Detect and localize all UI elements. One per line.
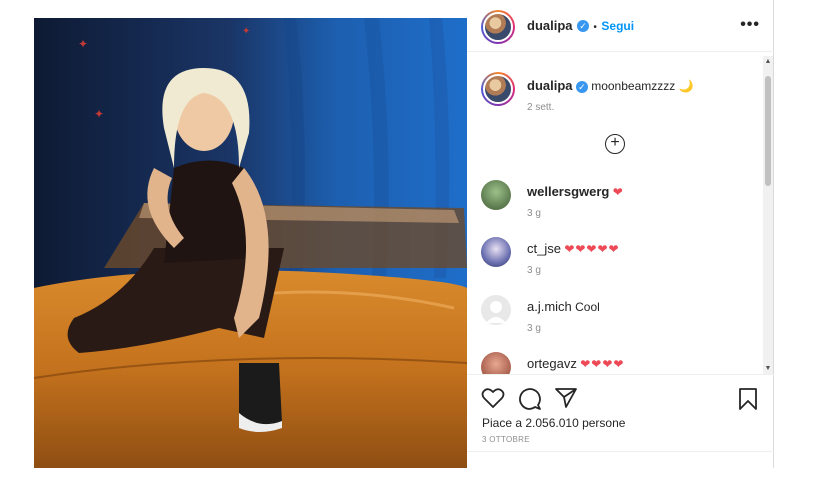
comment-hearts: ❤❤❤❤ — [580, 357, 625, 371]
svg-text:✦: ✦ — [78, 37, 88, 51]
moon-emoji-icon: 🌙 — [678, 79, 694, 93]
svg-text:✦: ✦ — [94, 107, 104, 121]
author-username[interactable]: dualipa — [527, 18, 573, 33]
comment-row: a.j.mich Cool 3 g — [481, 293, 761, 343]
scroll-up-icon[interactable]: ▲ — [763, 58, 773, 65]
commenter-avatar[interactable] — [481, 237, 511, 267]
comment-bubble-icon[interactable] — [518, 387, 542, 411]
more-options-icon[interactable]: ••• — [740, 16, 760, 34]
caption-author-avatar[interactable] — [481, 72, 515, 106]
caption-age: 2 sett. — [527, 102, 555, 113]
commenter-avatar[interactable] — [481, 352, 511, 374]
comments-scrollbar[interactable]: ▲ ▼ — [763, 56, 773, 374]
post-photo[interactable]: ✦ ✦ ✦ — [34, 18, 467, 468]
plus-circle-icon[interactable]: + — [605, 134, 625, 154]
commenter-avatar[interactable] — [481, 180, 511, 210]
divider — [467, 451, 774, 452]
post-panel: dualipa ✓ • Segui ••• dualipa ✓ moonbeam… — [467, 0, 774, 468]
comment-row: ct_jse ❤❤❤❤❤ 3 g — [481, 235, 761, 285]
comment-row: wellersgwerg ❤ 3 g — [481, 178, 761, 228]
photo-illustration: ✦ ✦ ✦ — [34, 18, 467, 468]
likes-count[interactable]: Piace a 2.056.010 persone — [482, 416, 625, 430]
post-actions: Piace a 2.056.010 persone 3 OTTOBRE — [467, 374, 774, 468]
verified-badge-icon: ✓ — [576, 19, 589, 32]
bookmark-icon[interactable] — [738, 387, 758, 411]
caption-text-line: dualipa ✓ moonbeamzzzz 🌙 — [527, 78, 694, 93]
paper-plane-icon[interactable] — [554, 387, 578, 409]
comment-username[interactable]: ortegavz — [527, 356, 577, 371]
comment-username[interactable]: a.j.mich — [527, 299, 572, 314]
svg-text:✦: ✦ — [242, 26, 250, 37]
heart-outline-icon[interactable] — [481, 387, 505, 409]
scroll-thumb[interactable] — [765, 76, 771, 186]
comment-hearts: ❤ — [612, 185, 624, 199]
comment-hearts: ❤❤❤❤❤ — [564, 242, 620, 256]
comment-age: 3 g — [527, 208, 541, 219]
comments-list: dualipa ✓ moonbeamzzzz 🌙 2 sett. + welle… — [467, 56, 774, 374]
comment-row: ortegavz ❤❤❤❤ — [481, 350, 761, 374]
default-avatar-icon[interactable] — [481, 295, 511, 325]
caption-username[interactable]: dualipa — [527, 78, 573, 93]
comment-text: Cool — [575, 300, 600, 314]
comment-text-line: wellersgwerg ❤ — [527, 184, 624, 199]
author-avatar[interactable] — [481, 10, 515, 44]
post-date[interactable]: 3 OTTOBRE — [482, 435, 530, 444]
comment-text-line: ortegavz ❤❤❤❤ — [527, 356, 624, 371]
post-header: dualipa ✓ • Segui ••• — [467, 0, 774, 52]
author-line: dualipa ✓ • Segui — [527, 18, 635, 33]
comment-username[interactable]: ct_jse — [527, 241, 561, 256]
caption-row: dualipa ✓ moonbeamzzzz 🌙 2 sett. — [481, 72, 761, 122]
follow-button[interactable]: Segui — [601, 19, 634, 33]
comment-text-line: a.j.mich Cool — [527, 299, 600, 314]
comment-age: 3 g — [527, 265, 541, 276]
verified-badge-icon: ✓ — [575, 80, 588, 93]
comment-username[interactable]: wellersgwerg — [527, 184, 609, 199]
caption-text: moonbeamzzzz — [591, 79, 676, 93]
comment-text-line: ct_jse ❤❤❤❤❤ — [527, 241, 620, 256]
comment-age: 3 g — [527, 323, 541, 334]
scroll-down-icon[interactable]: ▼ — [763, 365, 773, 372]
